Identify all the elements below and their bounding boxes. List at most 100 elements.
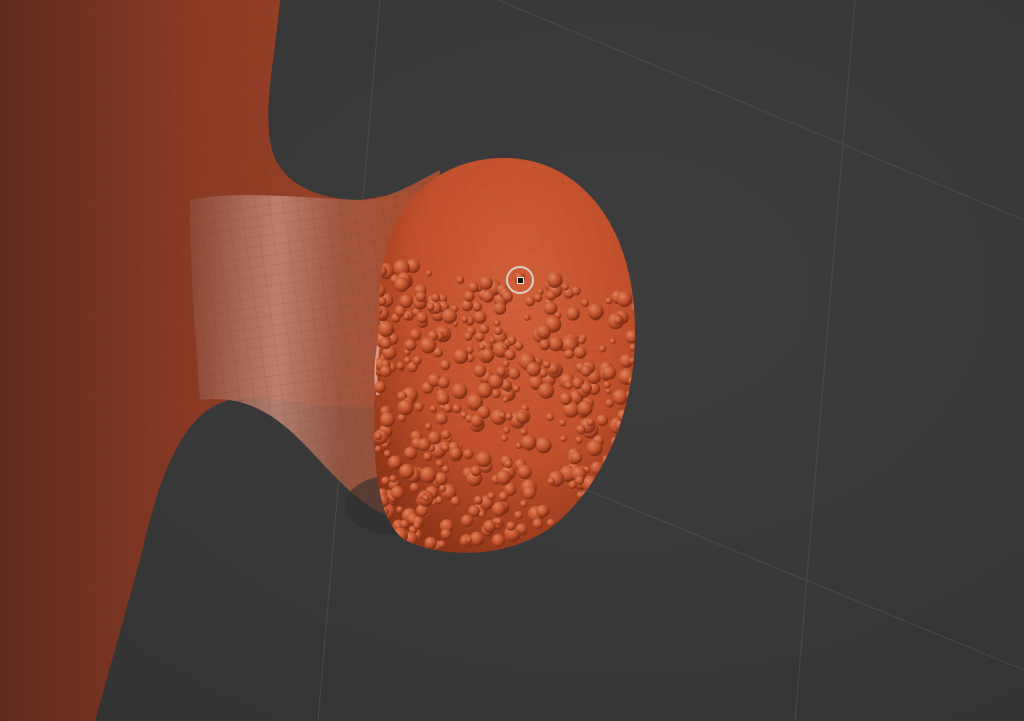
surface-bump bbox=[495, 366, 507, 377]
surface-bump bbox=[615, 509, 631, 525]
surface-bump bbox=[578, 518, 588, 528]
surface-bump bbox=[436, 392, 450, 406]
surface-bump bbox=[546, 272, 563, 288]
surface-bump bbox=[605, 297, 613, 305]
surface-bump bbox=[438, 540, 446, 549]
surface-bump bbox=[501, 434, 508, 442]
surface-bump bbox=[379, 412, 395, 428]
sculpt-mesh[interactable] bbox=[0, 0, 645, 721]
surface-bump bbox=[498, 491, 509, 502]
surface-bump bbox=[502, 426, 511, 434]
surface-bump bbox=[559, 392, 572, 406]
surface-bump bbox=[629, 451, 636, 464]
surface-bump bbox=[516, 523, 528, 535]
surface-bump bbox=[543, 540, 551, 548]
surface-bump bbox=[435, 459, 444, 468]
surface-bump bbox=[416, 312, 428, 324]
surface-bump bbox=[546, 290, 556, 301]
viewport-canvas[interactable] bbox=[0, 0, 1024, 721]
surface-bump bbox=[431, 293, 441, 303]
surface-bump bbox=[618, 368, 635, 385]
surface-bump bbox=[605, 475, 613, 482]
surface-bump bbox=[631, 397, 636, 404]
surface-bump bbox=[536, 324, 551, 340]
surface-bump bbox=[572, 544, 588, 553]
surface-bump bbox=[560, 435, 567, 443]
surface-bump bbox=[581, 382, 592, 394]
surface-bump bbox=[617, 474, 634, 491]
surface-bump bbox=[538, 382, 555, 399]
surface-bump bbox=[400, 519, 409, 529]
surface-bump bbox=[379, 365, 392, 378]
surface-bump bbox=[631, 486, 636, 495]
surface-bump bbox=[452, 404, 462, 414]
surface-bump bbox=[434, 472, 448, 486]
surface-bump bbox=[548, 336, 564, 352]
surface-bump bbox=[465, 536, 472, 544]
brush-center-icon bbox=[517, 277, 524, 284]
surface-bump bbox=[437, 376, 450, 389]
surface-bump bbox=[504, 349, 516, 361]
surface-bump bbox=[527, 546, 537, 553]
surface-bump bbox=[543, 360, 551, 369]
surface-bump bbox=[426, 302, 435, 311]
sculpt-viewport[interactable] bbox=[0, 0, 1024, 721]
surface-bump bbox=[502, 360, 510, 368]
surface-bump bbox=[522, 486, 536, 500]
surface-bump bbox=[621, 551, 636, 553]
surface-bump bbox=[475, 332, 485, 342]
surface-bump bbox=[468, 505, 480, 517]
surface-bump bbox=[425, 423, 432, 430]
surface-bump bbox=[463, 290, 475, 302]
surface-bump bbox=[389, 543, 401, 553]
surface-bump bbox=[613, 536, 628, 552]
surface-bump bbox=[479, 276, 493, 290]
surface-bump bbox=[631, 498, 636, 509]
surface-bump bbox=[440, 528, 452, 540]
surface-bump bbox=[409, 329, 422, 341]
surface-bump bbox=[491, 533, 505, 548]
surface-bump bbox=[409, 482, 420, 493]
surface-bump bbox=[493, 302, 507, 315]
surface-bump bbox=[502, 396, 509, 403]
surface-bump bbox=[412, 356, 422, 365]
surface-bump bbox=[515, 442, 523, 449]
surface-bump bbox=[420, 337, 437, 354]
surface-bump bbox=[520, 500, 528, 508]
surface-bump bbox=[535, 437, 552, 454]
surface-bump bbox=[496, 470, 512, 485]
surface-bump bbox=[605, 398, 614, 408]
surface-bump bbox=[396, 362, 405, 370]
surface-bump bbox=[394, 276, 410, 292]
surface-bump bbox=[414, 402, 424, 412]
surface-bump bbox=[602, 365, 617, 380]
surface-bump bbox=[415, 291, 427, 303]
surface-bump bbox=[476, 382, 493, 399]
surface-bump bbox=[610, 436, 621, 447]
surface-bump bbox=[630, 301, 636, 315]
surface-bump bbox=[578, 337, 586, 345]
surface-bump bbox=[538, 545, 552, 553]
surface-bump bbox=[441, 444, 450, 452]
surface-bump bbox=[423, 452, 432, 461]
surface-bump bbox=[466, 346, 474, 354]
surface-bump bbox=[473, 364, 487, 378]
surface-bump bbox=[532, 518, 544, 529]
surface-bump bbox=[526, 362, 541, 377]
surface-bump bbox=[461, 514, 474, 527]
surface-bump bbox=[586, 440, 603, 457]
surface-bump bbox=[603, 381, 611, 389]
surface-bump bbox=[396, 506, 404, 514]
brush-circle-icon[interactable] bbox=[506, 266, 534, 294]
surface-bump bbox=[487, 492, 496, 500]
surface-bump bbox=[546, 518, 556, 528]
surface-bump bbox=[571, 514, 587, 531]
surface-bump bbox=[523, 314, 531, 321]
surface-bump bbox=[626, 413, 633, 420]
surface-bump bbox=[443, 403, 453, 413]
surface-bump bbox=[631, 391, 636, 401]
surface-bump bbox=[623, 493, 636, 510]
surface-bump bbox=[441, 429, 451, 440]
surface-bump bbox=[461, 315, 469, 323]
surface-bump bbox=[456, 276, 465, 285]
